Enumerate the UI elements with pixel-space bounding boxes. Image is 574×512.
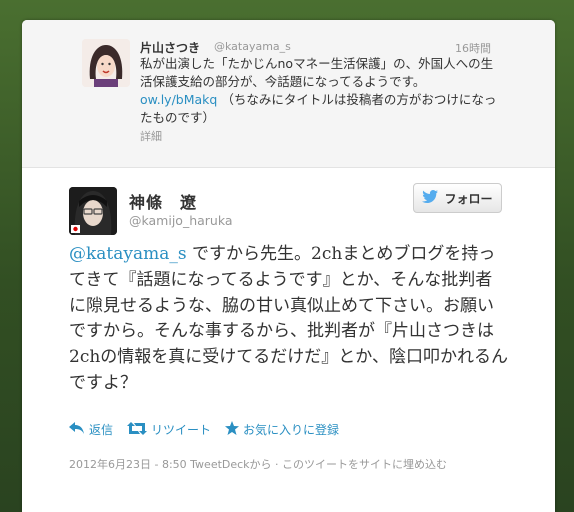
follow-label: フォロー [444,191,493,206]
author-name[interactable]: 神條 遼 [129,189,197,213]
parent-tweet-link[interactable]: ow.ly/bMakq [140,92,217,107]
follow-button[interactable]: フォロー [413,183,502,213]
parent-timestamp[interactable]: 16時間 [455,40,491,56]
retweet-icon [127,421,148,438]
retweet-label: リツイート [151,423,212,437]
favorite-label: お気に入りに登録 [243,423,340,437]
star-icon [225,421,240,438]
tweet-meta[interactable]: 2012年6月23日 - 8:50 TweetDeckから · このツイートをサ… [69,456,447,472]
reply-icon [69,422,85,437]
tweet-mention-link[interactable]: @katayama_s [69,244,187,264]
tweet-card: 片山さつき @katayama_s 16時間 私が出演した「たかじんnoマネー生… [22,20,555,512]
tweet-text: @katayama_s ですから先生。2chまとめブログを持ってきて『話題になっ… [69,242,509,397]
tweet-actions: 返信 リツイート お気に入りに登録 [69,421,339,438]
parent-author-handle[interactable]: @katayama_s [214,40,291,53]
parent-tweet: 片山さつき @katayama_s 16時間 私が出演した「たかじんnoマネー生… [22,20,555,168]
parent-author-name[interactable]: 片山さつき [140,39,200,56]
parent-text-part1: 私が出演した「たかじんnoマネー生活保護」の、外国人への生活保護支給の部分が、今… [140,56,494,89]
reply-label: 返信 [89,423,114,437]
parent-details-link[interactable]: 詳細 [140,128,162,144]
retweet-button[interactable]: リツイート [127,421,211,438]
twitter-bird-icon [422,190,439,206]
reply-button[interactable]: 返信 [69,421,113,438]
author-avatar[interactable] [69,187,117,235]
favorite-button[interactable]: お気に入りに登録 [225,421,339,438]
parent-tweet-text: 私が出演した「たかじんnoマネー生活保護」の、外国人への生活保護支給の部分が、今… [140,55,500,127]
parent-avatar[interactable] [82,39,130,87]
author-handle[interactable]: @kamijo_haruka [129,213,233,228]
tweet-body: ですから先生。2chまとめブログを持ってきて『話題になってるようです』とか、そん… [69,244,508,393]
